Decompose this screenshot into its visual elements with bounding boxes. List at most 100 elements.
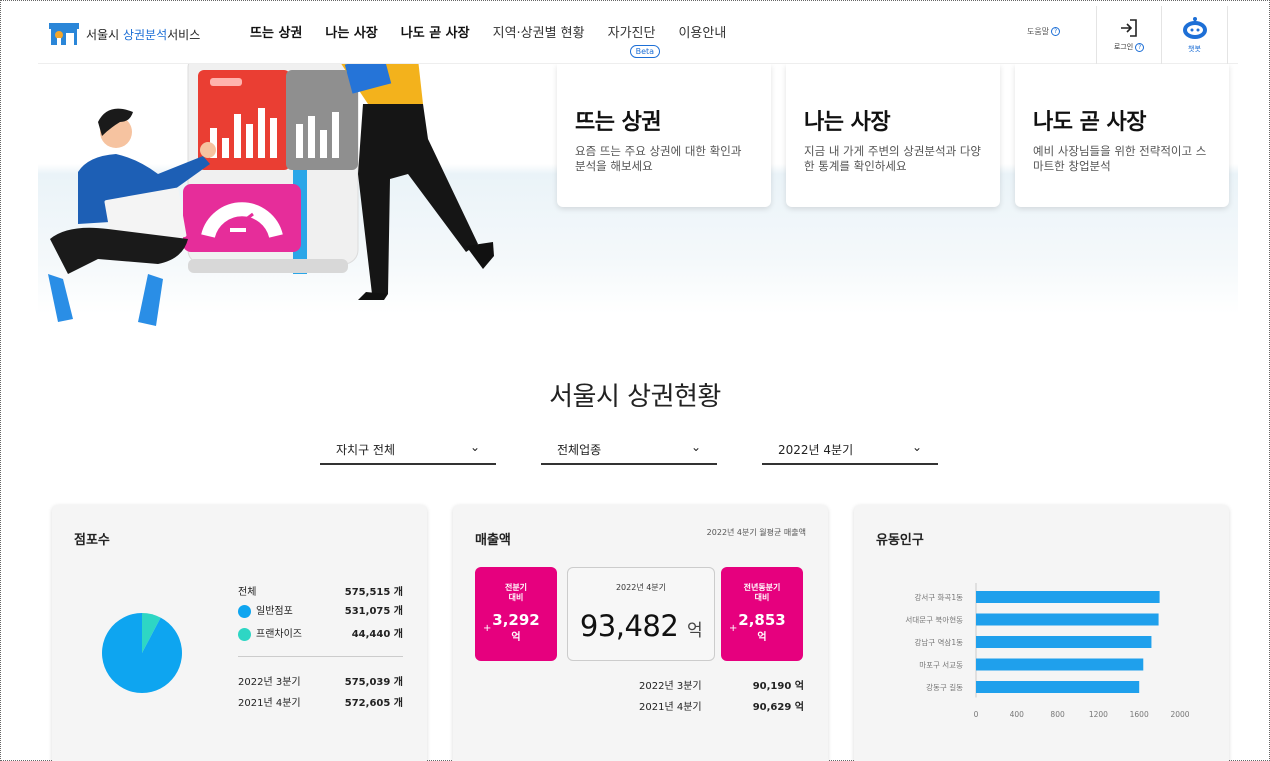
chevron-down-icon: ⌄ [690, 440, 701, 454]
stores-prev-quarter-value: 575,039 개 [344, 677, 403, 688]
card-i-am-owner[interactable]: 나는 사장 지금 내 가게 주변의 상권분석과 다양한 통계를 확인하세요 [786, 64, 1000, 207]
chatbot-icon [1182, 17, 1207, 39]
sales-prev-year-label: 2021년 4분기 [639, 702, 702, 713]
industry-select[interactable]: 전체업종 ⌄ [541, 436, 717, 465]
sales-qoq-box: 전분기 대비 + 3,292 억 [475, 567, 557, 661]
population-bar [976, 613, 1159, 626]
help-link[interactable]: 도움말 ? [1027, 26, 1061, 37]
legend-dot [238, 627, 251, 641]
quarter-select-value: 2022년 4분기 [778, 443, 854, 457]
stores-franchise-value: 44,440 개 [351, 629, 403, 640]
logo-text: 서울시 상권분석서비스 [86, 27, 201, 42]
sales-current-box: 2022년 4분기 93,482 억 [567, 567, 715, 661]
stores-general-label: 일반점포 [256, 606, 293, 617]
quarter-select[interactable]: 2022년 4분기 ⌄ [762, 436, 938, 465]
card-title: 뜨는 상권 [575, 110, 662, 135]
help-icon: ? [1051, 27, 1061, 36]
population-bar [976, 658, 1144, 671]
legend-dot [238, 604, 251, 618]
logo-icon [49, 23, 79, 45]
category-label: 마포구 서교동 [919, 661, 963, 670]
x-tick-label: 2000 [1170, 710, 1189, 719]
chevron-down-icon: ⌄ [911, 440, 922, 454]
stores-prev-quarter-label: 2022년 3분기 [238, 677, 301, 688]
card-title: 나도 곧 사장 [1033, 110, 1147, 135]
sales-subtitle: 2022년 4분기 월평균 매출액 [706, 528, 806, 537]
sales-yoy-box: 전년동분기 대비 + 2,853 억 [721, 567, 803, 661]
population-panel: 유동인구 강서구 화곡1동 서대문구 북아현동 강남구 역삼1동 마포구 서교동 강동구… [854, 505, 1229, 761]
help-label: 도움말 [1027, 27, 1050, 36]
x-tick-label: 1200 [1089, 710, 1108, 719]
district-select[interactable]: 자치구 전체 ⌄ [320, 436, 496, 465]
x-tick-label: 400 [1010, 710, 1025, 719]
hero-illustration [48, 64, 494, 326]
stores-total-value: 575,515 개 [344, 587, 403, 598]
stores-franchise-row: 프랜차이즈 44,440 개 [238, 625, 403, 641]
nav-region-status[interactable]: 지역·상권별 현황 [493, 22, 585, 41]
sales-current-label: 2022년 4분기 [615, 583, 667, 592]
sales-prev-quarter-value: 90,190 억 [752, 681, 804, 692]
category-label: 서대문구 북아현동 [905, 615, 963, 625]
stores-general-row: 일반점포 531,075 개 [238, 602, 403, 618]
sales-prev-year-row: 2021년 4분기 90,629 억 [639, 698, 804, 713]
x-tick-label: 0 [974, 710, 979, 719]
population-bar [976, 681, 1140, 693]
stores-panel: 점포수 전체 575,515 개 일반점포 531,075 개 프랜차이즈 44… [52, 505, 427, 761]
yoy-sign: + [729, 623, 738, 634]
login-button[interactable]: 로그인? [1096, 6, 1162, 64]
nav-i-am-owner[interactable]: 나는 사장 [325, 22, 377, 41]
sales-panel: 매출액 2022년 4분기 월평균 매출액 전분기 대비 + 3,292 억 20… [453, 505, 828, 761]
chatbot-button[interactable]: 챗봇 [1162, 6, 1228, 64]
card-description: 지금 내 가게 주변의 상권분석과 다양한 통계를 확인하세요 [804, 144, 981, 173]
main-nav: 뜨는 상권 나는 사장 나도 곧 사장 지역·상권별 현황 자가진단 Beta 이… [250, 22, 749, 58]
section-title: 서울시 상권현황 [549, 382, 721, 412]
nav-trending-area[interactable]: 뜨는 상권 [250, 22, 302, 41]
district-select-value: 자치구 전체 [336, 443, 396, 457]
stores-prev-quarter-row: 2022년 3분기 575,039 개 [238, 673, 403, 688]
stores-total-row: 전체 575,515 개 [238, 583, 403, 598]
login-help-icon: ? [1135, 42, 1145, 52]
population-bar [976, 591, 1160, 603]
category-label: 강남구 역삼1동 [914, 637, 963, 647]
nav-self-diagnosis[interactable]: 자가진단 Beta [608, 22, 661, 58]
card-soon-owner[interactable]: 나도 곧 사장 예비 사장님들을 위한 전략적이고 스마트한 창업분석 [1015, 64, 1229, 207]
stores-general-value: 531,075 개 [344, 606, 403, 617]
category-label: 강동구 길동 [926, 682, 963, 692]
qoq-sign: + [483, 623, 492, 634]
sales-prev-quarter-row: 2022년 3분기 90,190 억 [639, 677, 804, 692]
chevron-down-icon: ⌄ [469, 440, 480, 454]
x-tick-label: 800 [1050, 710, 1065, 719]
stores-pie-chart [102, 613, 182, 693]
yoy-label: 전년동분기 대비 [743, 583, 781, 602]
chatbot-label: 챗봇 [1188, 45, 1201, 53]
nav-soon-owner[interactable]: 나도 곧 사장 [401, 22, 470, 41]
industry-select-value: 전체업종 [557, 443, 602, 457]
sales-current-value: 93,482 억 [579, 609, 703, 643]
panel-title: 매출액 [475, 533, 511, 548]
panel-title: 점포수 [74, 533, 110, 548]
qoq-label: 전분기 대비 [504, 583, 528, 602]
sales-prev-quarter-label: 2022년 3분기 [639, 681, 702, 692]
stores-total-label: 전체 [238, 587, 257, 598]
stores-prev-year-row: 2021년 4분기 572,605 개 [238, 694, 403, 709]
top-header: 서울시 상권분석서비스 뜨는 상권 나는 사장 나도 곧 사장 지역·상권별 현… [38, 6, 1238, 64]
login-label: 로그인? [1114, 42, 1145, 52]
card-title: 나는 사장 [804, 110, 891, 135]
stores-prev-year-label: 2021년 4분기 [238, 698, 301, 709]
card-description: 요즘 뜨는 주요 상권에 대한 확인과 분석을 해보세요 [575, 144, 742, 173]
divider [238, 656, 403, 657]
nav-guide[interactable]: 이용안내 [678, 22, 726, 41]
population-bar-chart: 강서구 화곡1동서대문구 북아현동강남구 역삼1동마포구 서교동강동구 길동 0 4… [905, 583, 1190, 719]
x-tick-label: 1600 [1130, 710, 1149, 719]
beta-badge: Beta [629, 45, 661, 58]
stores-franchise-label: 프랜차이즈 [256, 629, 302, 640]
pie-slice-general [102, 613, 182, 693]
sales-prev-year-value: 90,629 억 [752, 702, 804, 713]
login-icon [1121, 19, 1137, 37]
category-label: 강서구 화곡1동 [914, 592, 963, 602]
card-trending-area[interactable]: 뜨는 상권 요즘 뜨는 주요 상권에 대한 확인과 분석을 해보세요 [557, 64, 771, 207]
site-logo[interactable]: 서울시 상권분석서비스 [49, 23, 200, 45]
stores-prev-year-value: 572,605 개 [344, 698, 403, 709]
population-bar [976, 636, 1152, 648]
card-description: 예비 사장님들을 위한 전략적이고 스마트한 창업분석 [1033, 144, 1207, 173]
